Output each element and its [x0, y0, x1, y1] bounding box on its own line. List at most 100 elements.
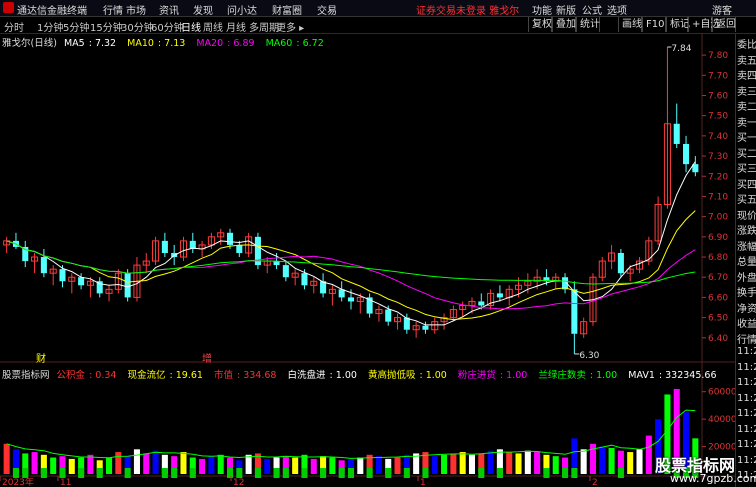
price-tick-label: 7.20	[708, 172, 728, 182]
quote-side-panel: 委比 卖五 卖四 卖三 卖二 卖一 买一 买二 买三 买四 买五 现价 涨跌 涨幅 总量 外盘 换手 净资 收益 行情…	[735, 34, 756, 487]
date-label-m2: 2	[592, 478, 598, 487]
volume-neg-bar	[22, 468, 29, 478]
side-panel-item: 卖五	[737, 55, 756, 67]
side-panel-item: 换手	[737, 288, 756, 299]
volume-bar	[450, 453, 457, 474]
volume-neg-bar	[320, 468, 327, 478]
volume-neg-bar	[254, 468, 261, 478]
volume-bar	[50, 457, 57, 474]
candle-body	[673, 123, 680, 144]
volume-bar	[3, 443, 10, 474]
side-panel-item: 收益	[737, 319, 756, 330]
volume-bar	[506, 452, 513, 474]
date-label-m11: 11	[60, 478, 71, 487]
ind-green: 兰绿庄数卖: 1.00	[538, 370, 618, 381]
high-price-label: 7.84	[671, 44, 691, 54]
side-panel-item: 11:29	[737, 377, 756, 388]
side-panel-item: 行情	[737, 334, 756, 346]
candle-body	[422, 325, 429, 330]
volume-bar	[468, 454, 476, 474]
volume-neg-bar	[385, 468, 392, 478]
side-panel-item: 委比	[737, 40, 756, 51]
volume-neg-bar	[59, 468, 66, 478]
volume-neg-bar	[347, 468, 355, 478]
volume-bar	[394, 457, 401, 474]
candle-body	[59, 269, 66, 282]
volume-bar	[608, 447, 615, 474]
volume-bar	[357, 457, 364, 474]
side-panel-item: 11:29	[737, 361, 756, 373]
candle-body	[301, 273, 308, 286]
ind-white: 白洗盘进: 1.00	[287, 370, 357, 381]
ind-mav1: MAV1: 332345.66	[628, 370, 717, 381]
volume-tick-label: 40000	[708, 415, 735, 425]
volume-bar	[375, 456, 382, 474]
marker-zeng: 增	[202, 352, 212, 365]
side-panel-item: 买四	[737, 179, 756, 191]
volume-neg-bar	[301, 468, 308, 478]
volume-neg-bar	[282, 468, 289, 478]
volume-bar	[292, 457, 299, 474]
candle-body	[683, 143, 690, 165]
date-label-m1: 1	[420, 478, 426, 487]
price-tick-label: 6.40	[708, 334, 728, 344]
kline-chart[interactable]: 7.80 7.70 7.60 7.50 7.40 7.30 7.20 7.10 7.00 6.90…	[0, 0, 735, 487]
volume-bar	[524, 450, 531, 474]
side-panel-item: 11:29	[737, 346, 756, 357]
candle-body	[124, 273, 131, 298]
volume-bar	[133, 449, 140, 474]
volume-neg-bar	[273, 468, 280, 478]
indicator-info-line: 股票指标网 公积金: 0.34 现金流亿: 19.61 市值: 334.68 白…	[2, 367, 725, 381]
candle-body	[385, 309, 392, 322]
candle-body	[282, 265, 289, 278]
volume-neg-bar	[12, 468, 19, 478]
side-panel-item: 现价	[737, 210, 756, 222]
volume-bar	[441, 454, 448, 474]
volume-bar	[645, 435, 652, 474]
volume-neg-bar	[617, 468, 624, 478]
volume-bar	[180, 452, 187, 474]
candle-body	[40, 257, 47, 274]
volume-bar	[534, 452, 541, 474]
candle-body	[617, 252, 624, 274]
ind-cashflow: 现金流亿: 19.61	[127, 370, 203, 381]
volume-neg-bar	[171, 468, 178, 478]
side-panel-item: 买一	[737, 133, 756, 144]
volume-bar	[208, 456, 215, 474]
volume-neg-bar	[189, 468, 196, 478]
volume-bar	[87, 454, 94, 474]
ind-yellow: 黄高抛低吸: 1.00	[367, 370, 447, 381]
volume-bar	[552, 456, 559, 474]
price-tick-label: 6.50	[708, 314, 728, 324]
price-tick-label: 7.30	[708, 152, 728, 162]
candle-body	[496, 293, 503, 298]
price-tick-label: 6.70	[708, 273, 728, 283]
volume-bar	[329, 457, 336, 474]
ind-pink: 粉庄进货: 1.00	[457, 370, 528, 381]
price-tick-label: 7.00	[708, 213, 728, 223]
volume-bar	[217, 454, 224, 474]
volume-neg-bar	[338, 468, 345, 478]
volume-bar	[310, 458, 317, 474]
volume-bar	[431, 456, 438, 474]
volume-bar	[152, 450, 159, 474]
volume-bar	[459, 452, 466, 474]
side-panel-item: 涨幅	[737, 241, 756, 253]
volume-tick-label: 60000	[708, 388, 735, 398]
side-panel-item: 11:29	[737, 423, 756, 435]
volume-bar	[636, 449, 643, 474]
volume-bar	[199, 458, 206, 474]
side-panel-item: 涨跌	[737, 226, 756, 237]
side-panel-item: 11:29	[737, 408, 756, 419]
side-panel-item: 卖一	[737, 117, 756, 129]
side-panel-item: 11:29	[737, 392, 756, 404]
price-tick-label: 6.90	[708, 233, 728, 243]
side-panel-item: 卖四	[737, 71, 756, 82]
candle-body	[78, 277, 85, 286]
candle-body	[236, 244, 243, 253]
volume-bar	[143, 453, 150, 474]
low-price-label: 6.30	[579, 351, 599, 361]
volume-neg-bar	[78, 468, 85, 478]
volume-bar	[106, 457, 113, 474]
volume-neg-bar	[562, 468, 569, 478]
